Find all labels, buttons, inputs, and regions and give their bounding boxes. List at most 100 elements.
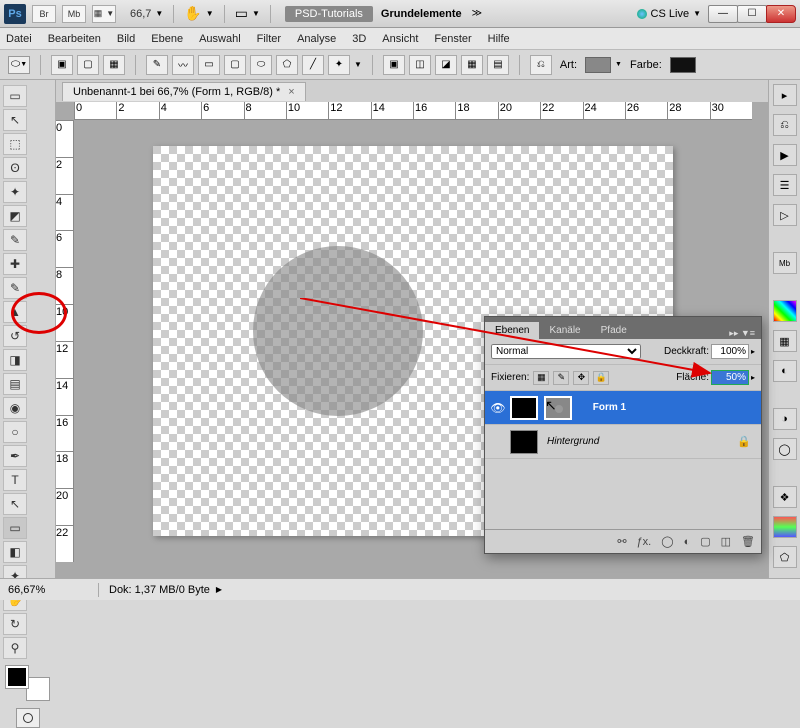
- menu-fenster[interactable]: Fenster: [434, 33, 471, 45]
- ruler-vertical[interactable]: 0246810121416182022: [56, 120, 74, 562]
- chevron-right-icon[interactable]: ≫: [472, 8, 482, 19]
- lock-transparent-icon[interactable]: ▦: [533, 371, 549, 385]
- style-swatch[interactable]: [585, 57, 611, 73]
- lock-position-icon[interactable]: ✥: [573, 371, 589, 385]
- gradient-tool[interactable]: ▤: [3, 373, 27, 395]
- menu-3d[interactable]: 3D: [352, 33, 366, 45]
- dock-paths-icon[interactable]: ⬠: [773, 546, 797, 568]
- ellipse-icon[interactable]: ⬭: [250, 55, 272, 75]
- rect-icon[interactable]: ▭: [198, 55, 220, 75]
- menu-bearbeiten[interactable]: Bearbeiten: [48, 33, 101, 45]
- dock-history-icon[interactable]: ⎌: [773, 114, 797, 136]
- wand-tool[interactable]: ✦: [3, 181, 27, 203]
- eraser-tool[interactable]: ◨: [3, 349, 27, 371]
- shape-tool[interactable]: ▭: [3, 517, 27, 539]
- dock-play-icon[interactable]: ▷: [773, 204, 797, 226]
- dock-styles-icon[interactable]: ◐: [773, 360, 797, 382]
- stamp-tool[interactable]: ▲: [3, 301, 27, 323]
- new-layer-icon[interactable]: ◫: [721, 535, 731, 548]
- type-tool[interactable]: T: [3, 469, 27, 491]
- link-layers-icon[interactable]: ⚯: [617, 535, 626, 548]
- arrow-tool[interactable]: ↖: [3, 109, 27, 131]
- combine-add-icon[interactable]: ◫: [409, 55, 431, 75]
- eyedropper-tool[interactable]: ✎: [3, 229, 27, 251]
- cslive-button[interactable]: CS Live▼: [637, 8, 701, 20]
- layer-thumb[interactable]: [510, 430, 538, 454]
- combine-exclude-icon[interactable]: ▤: [487, 55, 509, 75]
- lock-image-icon[interactable]: ✎: [553, 371, 569, 385]
- menu-analyse[interactable]: Analyse: [297, 33, 336, 45]
- polygon-icon[interactable]: ⬠: [276, 55, 298, 75]
- layer-thumb[interactable]: [510, 396, 538, 420]
- layer-row[interactable]: Hintergrund 🔒: [485, 425, 761, 459]
- freeform-icon[interactable]: 〰: [172, 55, 194, 75]
- pen-icon[interactable]: ✎: [146, 55, 168, 75]
- hand-icon[interactable]: ✋: [184, 5, 201, 22]
- link-icon[interactable]: ⎌: [530, 55, 552, 75]
- arrange-button[interactable]: ▦▼: [92, 5, 116, 23]
- layer-name[interactable]: Form 1: [593, 402, 626, 413]
- group-icon[interactable]: ▢: [700, 535, 710, 548]
- combine-new-icon[interactable]: ▣: [383, 55, 405, 75]
- dock-expand-icon[interactable]: ▸: [773, 84, 797, 106]
- color-swatch[interactable]: [670, 57, 696, 73]
- minimize-button[interactable]: —: [708, 5, 738, 23]
- fill-pixels-icon[interactable]: ▦: [103, 55, 125, 75]
- heal-tool[interactable]: ✚: [3, 253, 27, 275]
- move-tool[interactable]: ▭: [3, 85, 27, 107]
- delete-icon[interactable]: 🗑: [741, 535, 755, 548]
- ruler-horizontal[interactable]: 024681012141618202224262830: [74, 102, 752, 120]
- adjustment-icon[interactable]: ◐: [684, 536, 691, 548]
- dock-adjust-icon[interactable]: ◑: [773, 408, 797, 430]
- minibridge-button[interactable]: Mb: [62, 5, 86, 23]
- combine-subtract-icon[interactable]: ◪: [435, 55, 457, 75]
- workspace-label[interactable]: Grundelemente: [381, 8, 462, 20]
- dodge-tool[interactable]: ○: [3, 421, 27, 443]
- roundrect-icon[interactable]: ▢: [224, 55, 246, 75]
- rotate-tool[interactable]: ↻: [3, 613, 27, 635]
- tab-layers[interactable]: Ebenen: [485, 322, 539, 339]
- menu-auswahl[interactable]: Auswahl: [199, 33, 241, 45]
- panel-menu-icon[interactable]: ▸▸ ▼≡: [723, 328, 761, 339]
- blur-tool[interactable]: ◉: [3, 397, 27, 419]
- layer-row[interactable]: 👁 ↖ Form 1: [485, 391, 761, 425]
- marquee-tool[interactable]: ⬚: [3, 133, 27, 155]
- shape-layers-icon[interactable]: ▣: [51, 55, 73, 75]
- dock-mb-icon[interactable]: Mb: [773, 252, 797, 274]
- fg-bg-colors[interactable]: [6, 666, 49, 700]
- pen-tool[interactable]: ✒: [3, 445, 27, 467]
- maximize-button[interactable]: ☐: [737, 5, 767, 23]
- brush-tool[interactable]: ✎: [3, 277, 27, 299]
- dock-masks-icon[interactable]: ◯: [773, 438, 797, 460]
- status-zoom[interactable]: 66,67%: [8, 584, 88, 596]
- combine-intersect-icon[interactable]: ▦: [461, 55, 483, 75]
- close-tab-icon[interactable]: ×: [288, 86, 294, 98]
- tool-preset[interactable]: ⬭▼: [8, 56, 30, 74]
- screen-mode-icon[interactable]: ▭: [235, 5, 248, 22]
- paths-icon[interactable]: ▢: [77, 55, 99, 75]
- fill-input[interactable]: 50%: [711, 370, 749, 385]
- menu-datei[interactable]: Datei: [6, 33, 32, 45]
- zoom-tool[interactable]: ⚲: [3, 637, 27, 659]
- close-button[interactable]: ✕: [766, 5, 796, 23]
- history-brush-tool[interactable]: ↺: [3, 325, 27, 347]
- dock-info-icon[interactable]: ☰: [773, 174, 797, 196]
- menu-filter[interactable]: Filter: [257, 33, 281, 45]
- tab-channels[interactable]: Kanäle: [539, 322, 590, 339]
- mask-icon[interactable]: ◯: [661, 535, 673, 548]
- 3d-tool[interactable]: ◧: [3, 541, 27, 563]
- crop-tool[interactable]: ◩: [3, 205, 27, 227]
- line-icon[interactable]: ╱: [302, 55, 324, 75]
- visibility-icon[interactable]: 👁: [489, 401, 507, 415]
- menu-hilfe[interactable]: Hilfe: [488, 33, 510, 45]
- menu-ansicht[interactable]: Ansicht: [382, 33, 418, 45]
- opacity-input[interactable]: 100%: [711, 344, 749, 359]
- shape-circle[interactable]: [253, 246, 423, 416]
- menu-bild[interactable]: Bild: [117, 33, 135, 45]
- quick-mask-button[interactable]: [16, 708, 40, 728]
- tab-paths[interactable]: Pfade: [591, 322, 637, 339]
- dock-channels-icon[interactable]: [773, 516, 797, 538]
- lock-all-icon[interactable]: 🔒: [593, 371, 609, 385]
- fx-icon[interactable]: ƒx.: [637, 536, 652, 548]
- zoom-level[interactable]: 66,7: [130, 8, 151, 20]
